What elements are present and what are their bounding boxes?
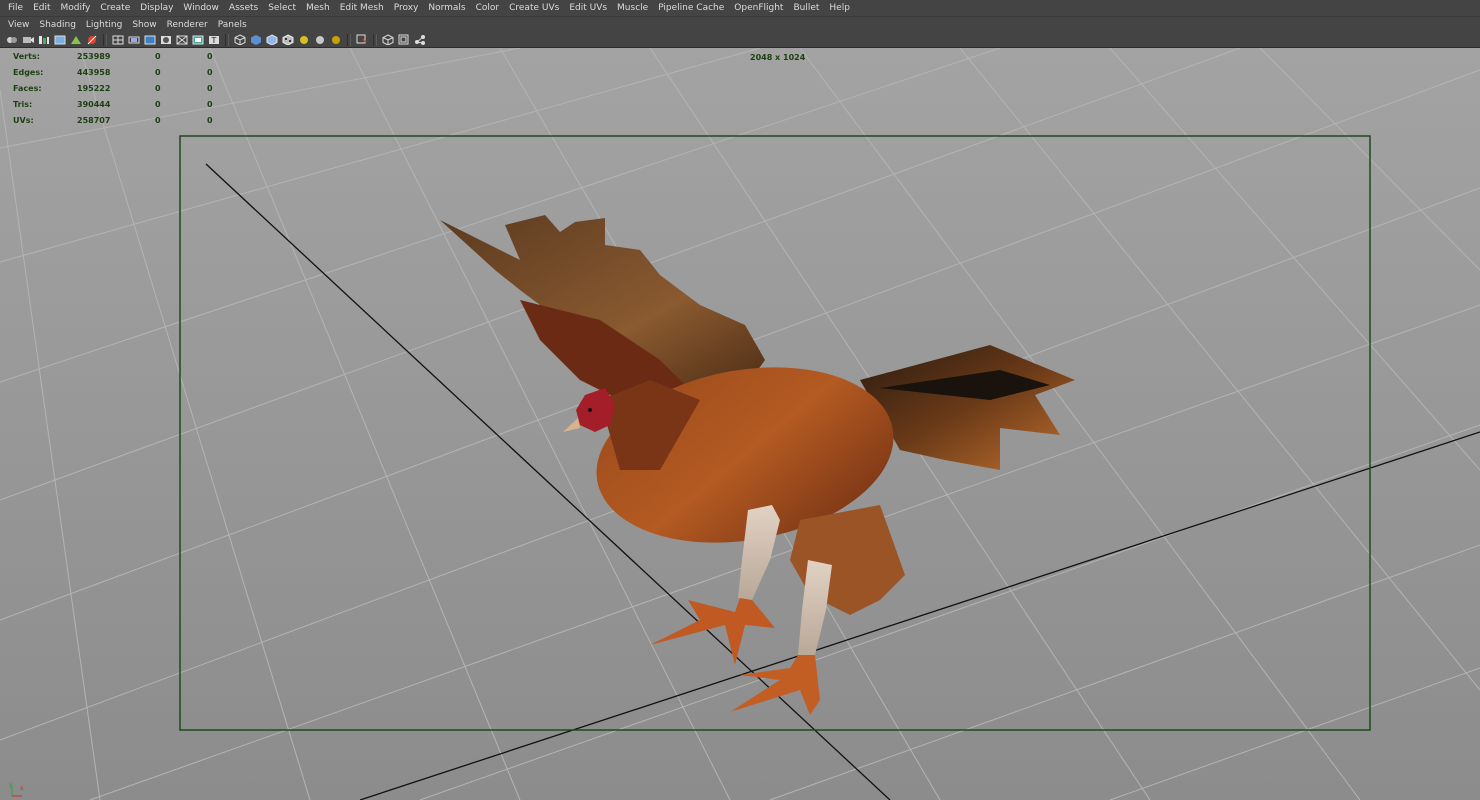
toolbar-separator	[347, 33, 351, 46]
hud-value: 258707	[77, 115, 111, 125]
smooth-shade-icon[interactable]	[250, 34, 263, 46]
poly-count-hud: Verts: 253989 0 0 Edges: 443958 0 0 Face…	[13, 48, 247, 128]
hud-value: 443958	[77, 67, 111, 77]
hud-row-edges: Edges: 443958 0 0	[13, 64, 247, 80]
isolate-select-icon[interactable]	[356, 34, 369, 46]
bookmark-icon[interactable]	[38, 34, 51, 46]
menu-edit[interactable]: Edit	[28, 3, 55, 13]
camera-attributes-icon[interactable]	[22, 34, 35, 46]
image-plane-icon[interactable]	[54, 34, 67, 46]
hud-label: Edges:	[13, 67, 44, 77]
toolbar-separator	[103, 33, 107, 46]
menu-edit-mesh[interactable]: Edit Mesh	[335, 3, 389, 13]
hud-row-faces: Faces: 195222 0 0	[13, 80, 247, 96]
camera-select-icon[interactable]	[6, 34, 19, 46]
xray-icon[interactable]	[382, 34, 395, 46]
viewport-scene	[0, 48, 1480, 800]
axis-y-label: y	[9, 781, 13, 788]
hud-value: 390444	[77, 99, 111, 109]
hud-value: 0	[155, 115, 161, 125]
hud-value: 0	[207, 51, 213, 61]
panel-menu-renderer[interactable]: Renderer	[162, 20, 213, 30]
hud-row-verts: Verts: 253989 0 0	[13, 48, 247, 64]
hud-value: 0	[207, 115, 213, 125]
menu-bullet[interactable]: Bullet	[788, 3, 824, 13]
hud-row-uvs: UVs: 258707 0 0	[13, 112, 247, 128]
resolution-gate-icon[interactable]	[144, 34, 157, 46]
hud-value: 0	[155, 99, 161, 109]
grease-pencil-icon[interactable]	[86, 34, 99, 46]
menu-proxy[interactable]: Proxy	[389, 3, 424, 13]
hud-value: 0	[155, 83, 161, 93]
panel-menu-shading[interactable]: Shading	[34, 20, 81, 30]
toolbar-separator	[225, 33, 229, 46]
2d-pan-zoom-icon[interactable]	[70, 34, 83, 46]
toolbar-separator	[373, 33, 377, 46]
menu-create[interactable]: Create	[95, 3, 135, 13]
view-axis-icon: x y	[9, 781, 24, 797]
menu-window[interactable]: Window	[178, 3, 224, 13]
hud-value: 0	[155, 67, 161, 77]
menu-file[interactable]: File	[3, 3, 28, 13]
menu-pipeline-cache[interactable]: Pipeline Cache	[653, 3, 729, 13]
menu-display[interactable]: Display	[135, 3, 178, 13]
hud-label: UVs:	[13, 115, 34, 125]
panel-menu-bar: View Shading Lighting Show Renderer Pane…	[0, 16, 1480, 32]
menu-create-uvs[interactable]: Create UVs	[504, 3, 564, 13]
resolution-label: 2048 x 1024	[750, 53, 806, 62]
panel-menu-lighting[interactable]: Lighting	[81, 20, 127, 30]
shadows-icon[interactable]	[314, 34, 327, 46]
menu-assets[interactable]: Assets	[224, 3, 263, 13]
3d-viewport[interactable]	[0, 48, 1480, 800]
field-chart-icon[interactable]	[176, 34, 189, 46]
wireframe-icon[interactable]	[234, 34, 247, 46]
hud-value: 0	[155, 51, 161, 61]
gate-mask-icon[interactable]	[160, 34, 173, 46]
hud-value: 253989	[77, 51, 111, 61]
menu-muscle[interactable]: Muscle	[612, 3, 653, 13]
hud-value: 0	[207, 67, 213, 77]
menu-color[interactable]: Color	[471, 3, 505, 13]
textured-icon[interactable]	[282, 34, 295, 46]
hud-value: 0	[207, 99, 213, 109]
menu-openflight[interactable]: OpenFlight	[729, 3, 788, 13]
panel-menu-view[interactable]: View	[3, 20, 34, 30]
screen-space-ao-icon[interactable]	[330, 34, 343, 46]
safe-title-icon[interactable]: T	[208, 34, 221, 46]
panel-menu-panels[interactable]: Panels	[213, 20, 252, 30]
panel-menu-show[interactable]: Show	[127, 20, 161, 30]
main-menu-bar: File Edit Modify Create Display Window A…	[0, 0, 1480, 16]
menu-normals[interactable]: Normals	[423, 3, 470, 13]
xray-joints-icon[interactable]	[398, 34, 411, 46]
menu-help[interactable]: Help	[824, 3, 855, 13]
default-material-icon[interactable]	[266, 34, 279, 46]
xray-components-icon[interactable]	[414, 34, 427, 46]
use-all-lights-icon[interactable]	[298, 34, 311, 46]
menu-mesh[interactable]: Mesh	[301, 3, 335, 13]
grid-icon[interactable]	[112, 34, 125, 46]
hud-label: Faces:	[13, 83, 42, 93]
menu-edit-uvs[interactable]: Edit UVs	[564, 3, 612, 13]
safe-action-icon[interactable]	[192, 34, 205, 46]
hud-value: 195222	[77, 83, 111, 93]
menu-modify[interactable]: Modify	[56, 3, 96, 13]
menu-select[interactable]: Select	[263, 3, 301, 13]
hud-label: Tris:	[13, 99, 33, 109]
film-gate-icon[interactable]	[128, 34, 141, 46]
axis-x-label: x	[20, 785, 24, 792]
hud-label: Verts:	[13, 51, 40, 61]
svg-text:T: T	[211, 36, 217, 45]
hud-row-tris: Tris: 390444 0 0	[13, 96, 247, 112]
panel-toolbar: T	[0, 32, 1480, 48]
hud-value: 0	[207, 83, 213, 93]
